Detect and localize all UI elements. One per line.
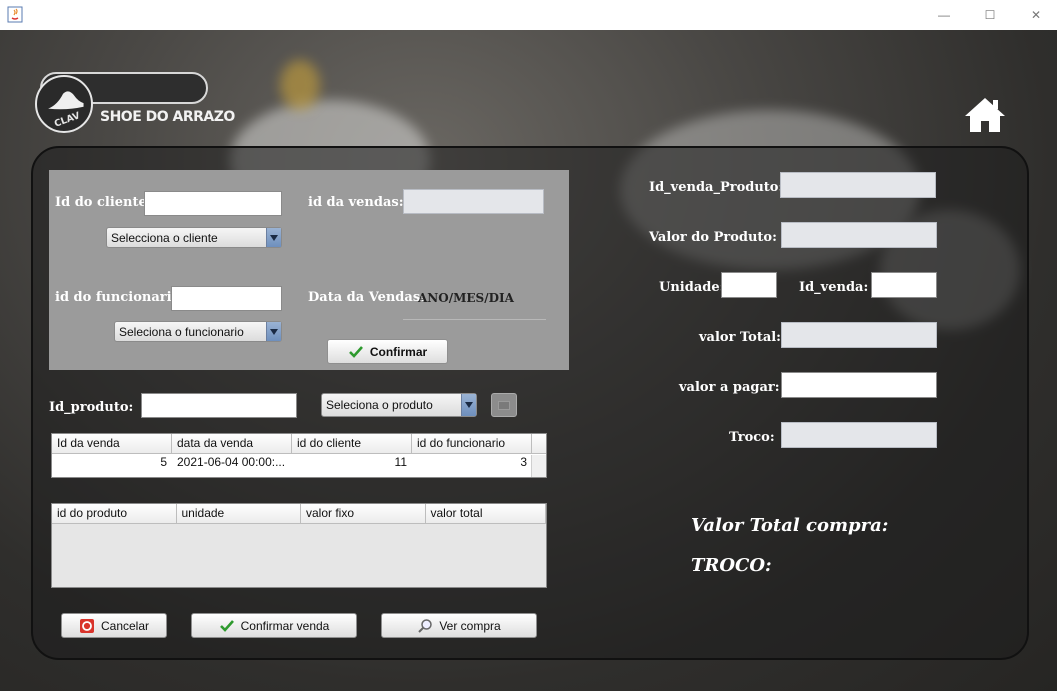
- change-total-label: TROCO:: [691, 555, 772, 576]
- column-header[interactable]: valor fixo: [301, 504, 426, 523]
- java-icon: [7, 6, 23, 23]
- brand-name: SHOE DO ARRAZO: [100, 109, 235, 125]
- purchase-total-label: Valor Total compra:: [691, 515, 889, 536]
- column-header[interactable]: valor total: [426, 504, 546, 523]
- employee-select[interactable]: Seleciona o funcionario: [114, 321, 282, 342]
- employee-id-label: id do funcionario:: [55, 290, 185, 305]
- sale-date-value[interactable]: ANO/MES/DIA: [418, 291, 514, 305]
- product-value-input[interactable]: [781, 222, 937, 248]
- home-icon[interactable]: [963, 96, 1007, 134]
- table-cell: 2021-06-04 00:00:...: [177, 455, 286, 469]
- confirm-button-label: Confirmar: [369, 344, 428, 359]
- minimize-button[interactable]: —: [921, 0, 967, 30]
- product-id-input[interactable]: [141, 393, 297, 418]
- client-id-input[interactable]: [144, 191, 282, 216]
- confirm-sale-button-label: Confirmar venda: [240, 618, 330, 633]
- sales-table-scrollbar[interactable]: [531, 455, 546, 477]
- svg-text:CLAV: CLAV: [53, 110, 82, 130]
- products-table[interactable]: id do produto unidade valor fixo valor t…: [51, 503, 547, 588]
- cancel-button-label: Cancelar: [100, 618, 150, 633]
- check-icon: [348, 345, 363, 358]
- sale-product-id-input[interactable]: [780, 172, 936, 198]
- sales-table-header: Id da venda data da venda id do cliente …: [52, 434, 546, 454]
- view-purchase-button-label: Ver compra: [439, 618, 501, 633]
- client-id-label: Id do cliente:: [55, 195, 152, 210]
- unit-label: Unidade:: [659, 280, 725, 295]
- product-select-value: Seleciona o produto: [326, 398, 433, 412]
- chevron-down-icon: [461, 394, 476, 416]
- change-input[interactable]: [781, 422, 937, 448]
- confirm-button[interactable]: Confirmar: [327, 339, 448, 364]
- column-header[interactable]: id do funcionario: [412, 434, 532, 453]
- amount-to-pay-label: valor a pagar:: [679, 380, 780, 395]
- check-icon: [219, 619, 234, 632]
- close-button[interactable]: ✕: [1013, 0, 1057, 30]
- column-header[interactable]: data da venda: [172, 434, 292, 453]
- logo-mark: CLAV: [35, 75, 93, 133]
- sale-id-right-input[interactable]: [871, 272, 937, 298]
- add-icon: [498, 401, 510, 410]
- add-product-button[interactable]: [491, 393, 517, 417]
- product-select[interactable]: Seleciona o produto: [321, 393, 477, 417]
- amount-to-pay-input[interactable]: [781, 372, 937, 398]
- employee-id-input[interactable]: [171, 286, 282, 311]
- column-header[interactable]: id do produto: [52, 504, 177, 523]
- sale-date-label: Data da Vendas:: [308, 290, 425, 305]
- confirm-sale-button[interactable]: Confirmar venda: [191, 613, 357, 638]
- client-select-value: Selecciona o cliente: [111, 230, 218, 245]
- cancel-button[interactable]: Cancelar: [61, 613, 167, 638]
- total-value-label: valor Total:: [699, 330, 781, 345]
- table-cell: 11: [394, 455, 407, 469]
- sale-product-id-label: Id_venda_Produto:: [649, 180, 784, 195]
- search-icon: [418, 618, 433, 633]
- column-header[interactable]: id do cliente: [292, 434, 412, 453]
- sale-id-label: id da vendas:: [308, 195, 404, 210]
- sales-table[interactable]: Id da venda data da venda id do cliente …: [51, 433, 547, 478]
- column-header[interactable]: unidade: [177, 504, 301, 523]
- column-header[interactable]: Id da venda: [52, 434, 172, 453]
- sale-id-right-label: Id_venda:: [799, 280, 869, 295]
- chevron-down-icon: [266, 228, 281, 247]
- chevron-down-icon: [266, 322, 281, 341]
- total-value-input[interactable]: [781, 322, 937, 348]
- title-bar: — ☐ ✕: [0, 0, 1057, 30]
- employee-select-value: Seleciona o funcionario: [119, 324, 244, 339]
- divider: [403, 319, 546, 320]
- cancel-icon: [79, 618, 94, 633]
- product-value-label: Valor do Produto:: [649, 230, 777, 245]
- client-select[interactable]: Selecciona o cliente: [106, 227, 282, 248]
- sale-id-input[interactable]: [403, 189, 544, 214]
- view-purchase-button[interactable]: Ver compra: [381, 613, 537, 638]
- maximize-button[interactable]: ☐: [967, 0, 1013, 30]
- products-table-header: id do produto unidade valor fixo valor t…: [52, 504, 546, 524]
- product-id-label: Id_produto:: [49, 400, 134, 415]
- table-cell: 5: [160, 455, 167, 469]
- table-cell: 3: [520, 455, 527, 469]
- unit-input[interactable]: [721, 272, 777, 298]
- table-row[interactable]: 5 2021-06-04 00:00:... 11 3: [52, 454, 546, 470]
- change-label: Troco:: [729, 430, 775, 445]
